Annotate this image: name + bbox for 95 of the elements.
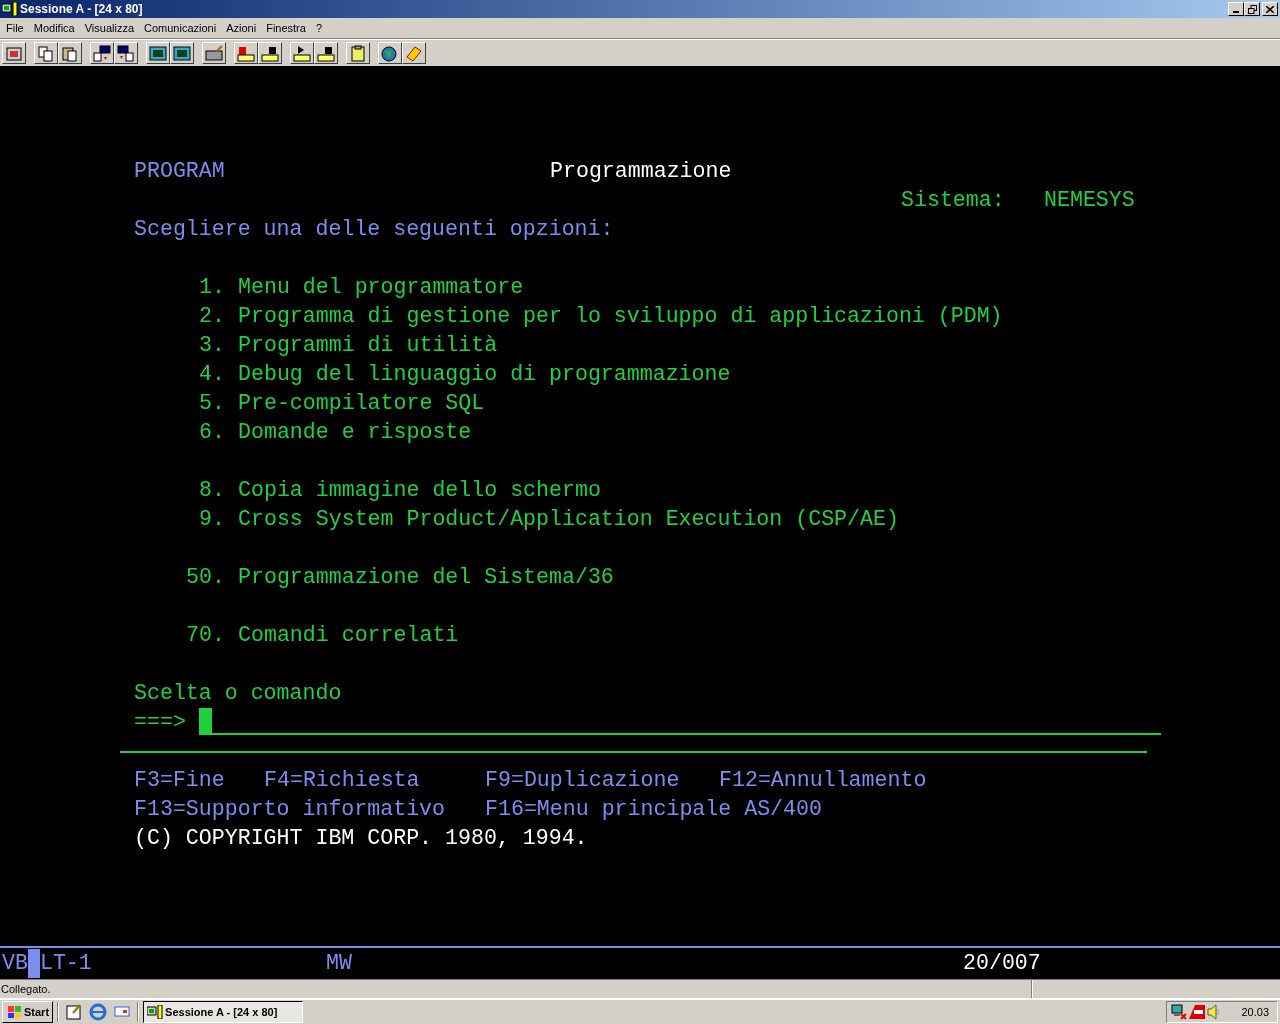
toolbar-button[interactable] xyxy=(2,42,26,64)
cursor xyxy=(198,708,212,733)
restore-icon xyxy=(1247,4,1257,14)
globe-icon xyxy=(381,44,399,62)
toolbar-button[interactable] xyxy=(258,42,282,64)
prompt-arrow: ===> xyxy=(134,709,186,736)
display-icon xyxy=(149,44,167,62)
toolbar-button[interactable] xyxy=(146,42,170,64)
menu-item[interactable]: Visualizza xyxy=(79,19,140,37)
option-label: Pre-compilatore SQL xyxy=(238,390,485,417)
option-number: 3. xyxy=(198,332,225,359)
function-key: F4=Richiesta xyxy=(264,766,420,795)
keyboard-icon xyxy=(205,44,223,62)
close-icon xyxy=(1266,5,1274,13)
prompt-label: Scelta o comando xyxy=(134,680,342,707)
instruction-text: Scegliere una delle seguenti opzioni: xyxy=(134,216,614,243)
option-label: Cross System Product/Application Execution (CSP/AE) xyxy=(238,506,899,533)
menu-item[interactable]: Finestra xyxy=(261,19,311,37)
toolbar-button[interactable] xyxy=(314,42,338,64)
display-icon xyxy=(173,44,191,62)
menu-item[interactable]: File xyxy=(1,19,29,37)
option-number: 9. xyxy=(198,506,225,533)
device-name: LT-1 xyxy=(39,950,92,978)
menu-item[interactable]: Modifica xyxy=(28,19,80,37)
windows-logo-icon xyxy=(6,1005,22,1019)
function-key: F9=Duplicazione xyxy=(485,766,680,795)
option-label: Programmazione del Sistema/36 xyxy=(238,564,614,591)
option-number: 6. xyxy=(198,419,225,446)
menu-item[interactable]: Comunicazioni xyxy=(139,19,222,37)
terminal-icon xyxy=(147,1005,164,1019)
restore-button[interactable] xyxy=(1244,2,1260,16)
option-label: Copia immagine dello schermo xyxy=(238,477,601,504)
command-input-field[interactable] xyxy=(198,708,1161,735)
menu-item[interactable]: ? xyxy=(310,19,328,37)
network-disconnected-icon[interactable] xyxy=(1171,1004,1187,1020)
option-label: Debug del linguaggio di programmazione xyxy=(238,361,731,388)
record-tape-icon xyxy=(237,44,255,62)
option-number: 4. xyxy=(198,361,225,388)
clock: 20.03 xyxy=(1241,1004,1269,1020)
toolbar-button[interactable] xyxy=(346,42,370,64)
menu-item[interactable]: Azioni xyxy=(221,19,262,37)
terminal-icon xyxy=(2,2,18,16)
ati-logo-icon[interactable] xyxy=(1188,1004,1206,1020)
minimize-icon xyxy=(1233,11,1239,13)
option-label: Comandi correlati xyxy=(238,622,459,649)
monitor-icon xyxy=(5,44,23,62)
toolbar-button[interactable] xyxy=(202,42,226,64)
function-key: F12=Annullamento xyxy=(719,766,927,795)
program-id: PROGRAM xyxy=(134,158,225,185)
clipboard-icon xyxy=(349,44,367,62)
minimize-button[interactable] xyxy=(1228,2,1244,16)
option-number: 1. xyxy=(198,274,225,301)
toolbar-button[interactable] xyxy=(290,42,314,64)
system-name: NEMESYS xyxy=(1044,187,1135,214)
toolbar-button[interactable] xyxy=(378,42,402,64)
copy-icon xyxy=(37,44,55,62)
close-button[interactable] xyxy=(1262,2,1278,16)
function-key: F16=Menu principale AS/400 xyxy=(485,795,822,824)
screens-arrow-icon xyxy=(93,44,111,62)
option-label: Domande e risposte xyxy=(238,419,472,446)
option-number: 50. xyxy=(185,564,225,591)
option-label: Programma di gestione per lo sviluppo di applicazioni (PDM) xyxy=(238,303,1003,330)
option-number: 5. xyxy=(198,390,225,417)
screens-arrow-icon xyxy=(117,44,135,62)
toolbar-button[interactable] xyxy=(58,42,82,64)
cursor-position: 20/007 xyxy=(963,950,1041,978)
connection-status: Collegato. xyxy=(1,981,51,997)
option-label: Programmi di utilità xyxy=(238,332,498,359)
option-number: 2. xyxy=(198,303,225,330)
browser-icon[interactable] xyxy=(89,1003,108,1021)
option-number: 70. xyxy=(185,622,225,649)
system-label: Sistema: xyxy=(901,187,1005,214)
option-label: Menu del programmatore xyxy=(238,274,524,301)
toolbar-button[interactable] xyxy=(234,42,258,64)
play-tape-icon xyxy=(293,44,311,62)
status-indicator: VB xyxy=(2,950,28,978)
function-key: F13=Supporto informativo xyxy=(134,795,445,824)
toolbar-button[interactable] xyxy=(170,42,194,64)
window-title: Sessione A - [24 x 80] xyxy=(20,1,143,18)
speaker-icon[interactable] xyxy=(1207,1004,1221,1020)
paste-icon xyxy=(61,44,79,62)
option-number: 8. xyxy=(198,477,225,504)
toolbar-button[interactable] xyxy=(90,42,114,64)
function-key: F3=Fine xyxy=(134,766,225,795)
toolbar-button[interactable] xyxy=(34,42,58,64)
stop-tape-icon xyxy=(261,44,279,62)
toolbar-button[interactable] xyxy=(402,42,426,64)
copyright-text: (C) COPYRIGHT IBM CORP. 1980, 1994. xyxy=(134,825,588,852)
toolbar-button[interactable] xyxy=(114,42,138,64)
start-button[interactable]: Start xyxy=(2,1001,54,1023)
notepad-icon[interactable] xyxy=(65,1003,84,1021)
stop-tape-icon xyxy=(317,44,335,62)
input-mode: MW xyxy=(326,950,352,978)
taskbar-button[interactable]: Sessione A - [24 x 80] xyxy=(143,1001,304,1023)
screen-title: Programmazione xyxy=(550,158,732,185)
